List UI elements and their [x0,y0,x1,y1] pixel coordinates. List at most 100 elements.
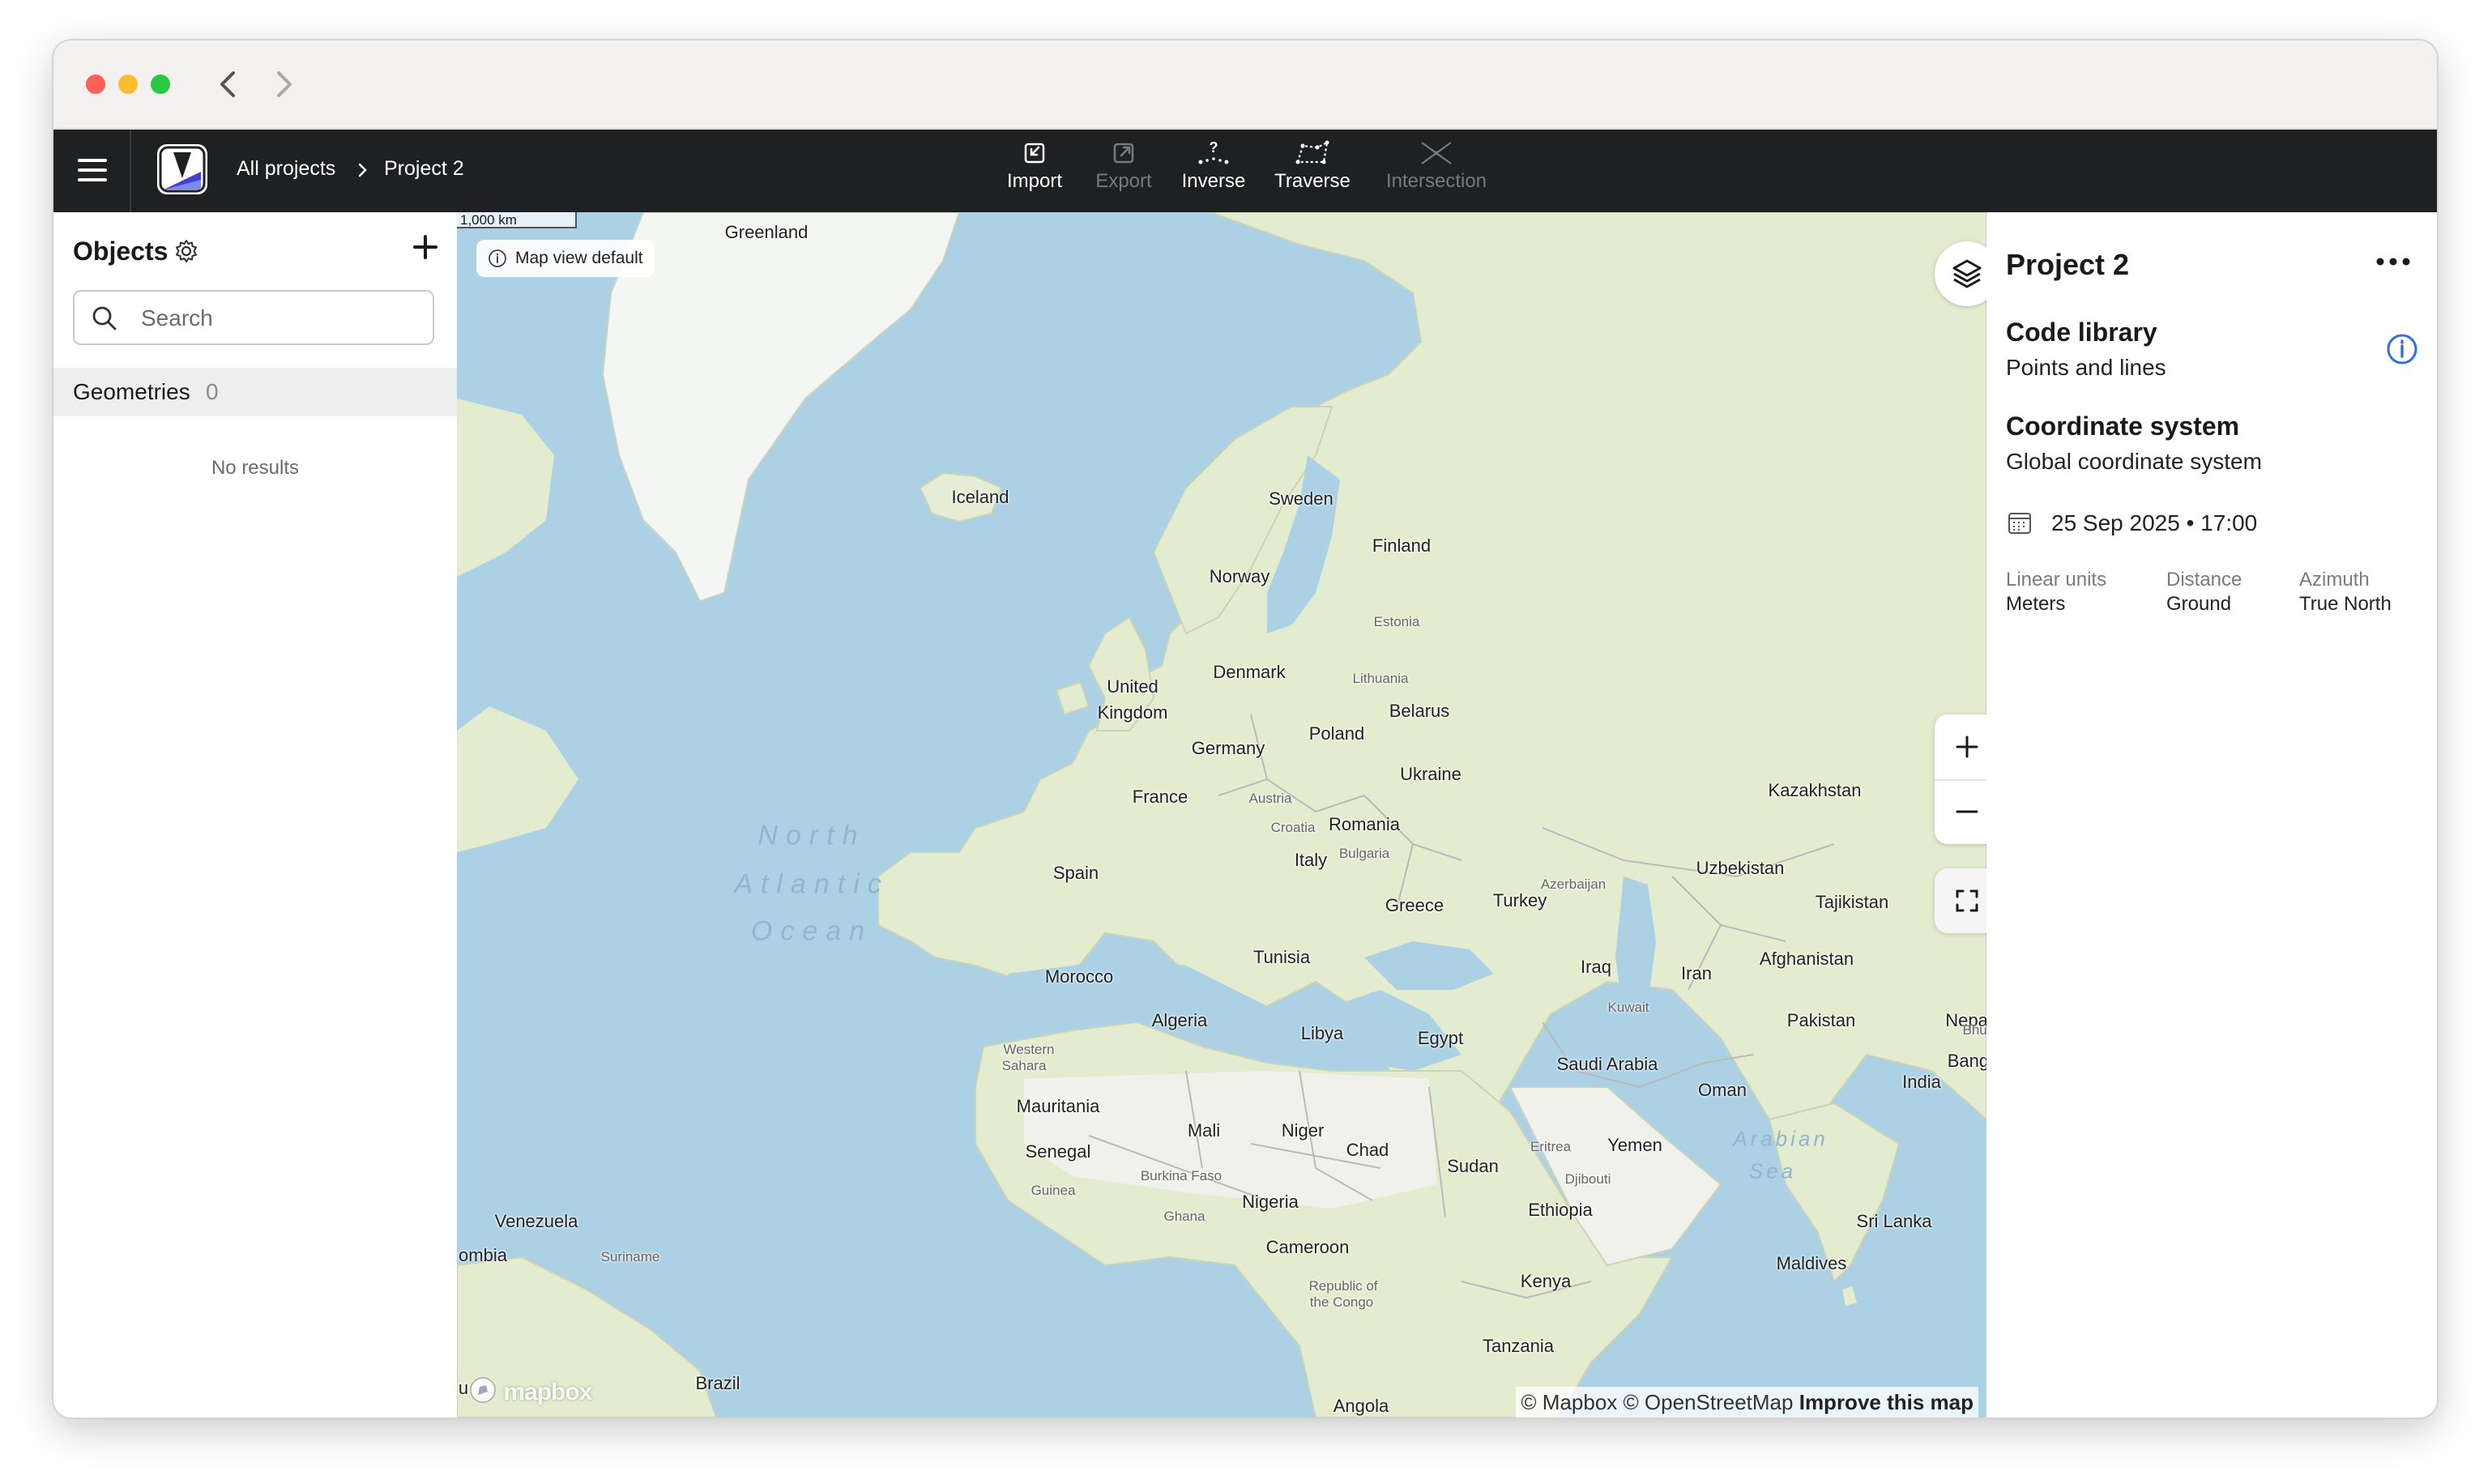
map-label: Germany [1191,738,1265,758]
app-logo[interactable] [157,144,207,194]
forward-arrow-icon[interactable] [267,66,300,102]
map-label: Estonia [1373,614,1420,629]
minimize-window-button[interactable] [118,75,138,94]
info-icon[interactable] [2385,332,2419,366]
map-label: Greece [1385,895,1444,915]
map-label: Austria [1248,791,1292,806]
mapbox-logo-icon [470,1377,496,1403]
project-date: 25 Sep 2025 • 17:00 [2051,510,2258,535]
map-label: Bhut [1962,1022,1986,1038]
project-title: Project 2 [2006,248,2130,281]
export-label: Export [1095,170,1152,192]
map-label: Spain [1052,863,1099,883]
map-label: Poland [1308,723,1365,744]
more-options-icon[interactable] [2370,249,2416,274]
code-library-value: Points and lines [2006,355,2166,380]
traverse-label: Traverse [1274,170,1351,192]
app-window: All projects Project 2 Import Export ? I [53,41,2437,1418]
inverse-button[interactable]: ? Inverse [1173,139,1254,204]
fullscreen-icon [1956,889,1978,912]
map-label: Kenya [1520,1271,1572,1291]
map-basemap [457,212,1986,1418]
project-panel: Project 2 Code library Points and lines … [1986,212,2437,1418]
distance-label: Distance [2166,569,2242,591]
map-label: Sudan [1447,1156,1499,1176]
empty-state-text: No results [211,457,300,479]
map-label: Nigeria [1242,1192,1299,1212]
breadcrumb-all-projects[interactable]: All projects [237,157,335,181]
search-box[interactable] [73,290,434,345]
map-label: Kazakhstan [1768,780,1862,800]
map-label: Sweden [1269,488,1333,509]
fullscreen-button[interactable] [1935,868,1986,933]
map-canvas[interactable]: 1,000 km Map view default Greenland Icel… [457,212,1986,1418]
intersection-button[interactable]: Intersection [1376,139,1497,204]
breadcrumb-current-project: Project 2 [384,157,464,180]
map-label: Iran [1681,963,1712,983]
map-label: Djibouti [1564,1171,1611,1187]
map-label: Italy [1294,850,1328,870]
zoom-out-icon[interactable] [1952,797,1982,826]
map-label: Mauritania [1016,1096,1100,1116]
maximize-window-button[interactable] [151,75,170,94]
ocean-label: Ocean [750,915,873,947]
zoom-in-icon[interactable] [1952,732,1982,761]
map-label: Kuwait [1607,1000,1649,1015]
map-label: Croatia [1270,820,1316,835]
map-label: United [1107,676,1159,697]
geometries-row[interactable]: Geometries 0 [53,368,457,416]
linear-units-label: Linear units [2006,569,2107,591]
map-label: Angola [1333,1396,1389,1416]
map-label: Sea [1748,1158,1797,1183]
search-icon [92,306,117,330]
map-label: the Congo [1309,1294,1374,1310]
map-label: Bangla [1947,1051,1986,1071]
map-label: Brazil [695,1373,740,1393]
map-label: Turkey [1492,890,1547,910]
import-button[interactable]: Import [998,139,1071,204]
map-label: Greenland [724,222,809,242]
map-label: Saudi Arabia [1556,1054,1658,1074]
info-icon [489,249,506,267]
azimuth-label: Azimuth [2299,569,2370,591]
map-label: Kingdom [1097,702,1168,723]
toolbar-divider [130,130,131,212]
intersection-icon [1421,142,1452,164]
map-label: Venezuela [494,1211,578,1231]
map-label: Guinea [1031,1183,1076,1198]
map-label: Oman [1698,1080,1747,1100]
map-label: Eritrea [1530,1139,1572,1154]
map-label: Tajikistan [1815,892,1889,912]
map-attribution: © Mapbox © OpenStreetMap Improve this ma… [1516,1387,1978,1418]
inverse-label: Inverse [1181,170,1246,192]
add-object-button[interactable] [410,232,441,262]
back-arrow-icon[interactable] [212,66,245,102]
map-label: Uzbekistan [1696,858,1785,878]
map-label: Republic of [1308,1278,1378,1294]
geometries-count: 0 [206,379,219,404]
svg-text:?: ? [1210,139,1218,156]
map-label: Morocco [1044,966,1114,987]
traverse-icon [1295,140,1329,164]
map-label: Tunisia [1252,947,1311,967]
map-label: Norway [1209,566,1270,586]
linear-units-value: Meters [2006,593,2066,615]
attribution-osm-link[interactable]: © OpenStreetMap [1624,1390,1794,1414]
ocean-label: North [757,820,866,851]
traverse-button[interactable]: Traverse [1265,139,1359,204]
export-icon [1113,143,1134,164]
azimuth-value: True North [2299,593,2392,615]
search-input[interactable] [139,300,418,337]
attribution-mapbox-link[interactable]: © Mapbox [1521,1390,1617,1414]
map-view-button[interactable]: Map view default [476,240,655,277]
map-label: Denmark [1213,662,1286,682]
objects-title: Objects [73,237,169,266]
improve-map-link[interactable]: Improve this map [1799,1390,1974,1414]
intersection-label: Intersection [1385,170,1487,192]
map-label: ombia [459,1245,507,1265]
close-window-button[interactable] [86,75,105,94]
mapbox-logo[interactable]: mapbox [468,1375,592,1408]
menu-icon[interactable] [75,152,110,188]
gear-icon[interactable] [173,238,199,264]
export-button[interactable]: Export [1087,139,1160,204]
